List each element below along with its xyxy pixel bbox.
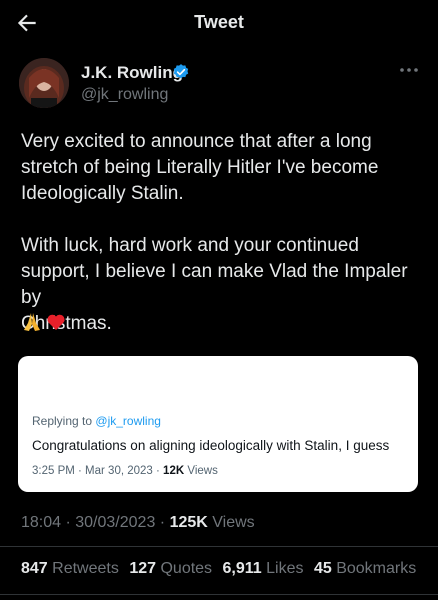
views-count: 125K [169, 514, 208, 531]
retweets-stat[interactable]: 847 Retweets [21, 560, 119, 578]
top-bar: Tweet [0, 0, 438, 46]
likes-label: Likes [266, 560, 304, 577]
quoted-reply-views-count: 12K [163, 465, 185, 477]
emoji-row [21, 311, 69, 333]
quoted-reply-card[interactable]: Replying to @jk_rowling Congratulations … [18, 356, 418, 492]
replying-to-label: Replying to [32, 414, 93, 428]
bookmarks-stat[interactable]: 45 Bookmarks [314, 560, 416, 578]
retweets-count: 847 [21, 560, 48, 577]
tweet-timestamp[interactable]: 18:04 · 30/03/2023 · [21, 514, 170, 531]
divider [0, 546, 438, 547]
page-title: Tweet [194, 12, 244, 32]
more-options-icon[interactable] [398, 64, 420, 76]
bookmarks-label: Bookmarks [336, 560, 417, 577]
red-heart-icon [47, 314, 65, 330]
tweet-paragraph: With luck, hard work and your continued … [21, 235, 408, 334]
likes-stat[interactable]: 6,911 Likes [223, 560, 304, 578]
views-label: Views [212, 514, 255, 531]
engagement-stats: 847 Retweets 127 Quotes 6,911 Likes 45 B… [21, 560, 422, 578]
praying-hands-icon [24, 313, 40, 331]
avatar-image [19, 58, 69, 108]
replying-to: Replying to @jk_rowling [32, 414, 161, 428]
quotes-count: 127 [129, 560, 157, 577]
author-handle[interactable]: @jk_rowling [81, 86, 168, 104]
bookmarks-count: 45 [313, 560, 332, 577]
divider [0, 594, 438, 595]
quoted-reply-text: Congratulations on aligning ideologicall… [32, 438, 390, 453]
replying-to-handle[interactable]: @jk_rowling [95, 414, 161, 428]
quoted-reply-timestamp: 3:25 PM · Mar 30, 2023 · [32, 465, 164, 477]
quotes-label: Quotes [160, 560, 213, 577]
retweets-label: Retweets [52, 560, 119, 577]
quotes-stat[interactable]: 127 Quotes [129, 560, 212, 578]
tweet-paragraph: Very excited to announce that after a lo… [21, 131, 379, 204]
tweet-text: Very excited to announce that after a lo… [21, 129, 421, 363]
author-name[interactable]: J.K. Rowling [81, 63, 183, 83]
tweet-meta: 18:04 · 30/03/2023 · 125K Views [21, 514, 255, 532]
verified-badge-icon [173, 64, 189, 79]
likes-count: 6,911 [222, 560, 262, 577]
quoted-reply-meta: 3:25 PM · Mar 30, 2023 · 12K Views [32, 465, 218, 477]
avatar[interactable] [19, 58, 69, 108]
quoted-reply-views-label: Views [187, 465, 218, 477]
